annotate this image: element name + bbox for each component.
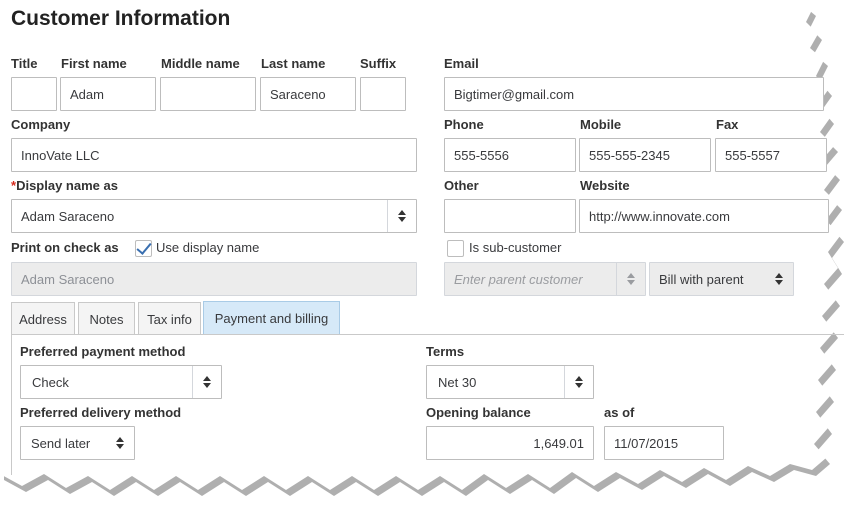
page-title: Customer Information — [11, 7, 231, 30]
mobile-input[interactable]: 555-555-2345 — [579, 138, 711, 172]
last-name-label: Last name — [261, 56, 326, 71]
select-arrows-icon — [387, 200, 416, 232]
sub-customer-label: Is sub-customer — [469, 240, 562, 255]
suffix-label: Suffix — [360, 56, 397, 71]
email-label: Email — [444, 56, 479, 71]
payment-method-value: Check — [32, 374, 69, 390]
title-label: Title — [11, 56, 38, 71]
payment-method-select[interactable]: Check — [20, 365, 222, 399]
tab-notes[interactable]: Notes — [78, 302, 135, 335]
as-of-label: as of — [604, 405, 635, 420]
terms-select[interactable]: Net 30 — [426, 365, 594, 399]
tab-tax-info[interactable]: Tax info — [138, 302, 201, 335]
select-arrows-icon — [106, 427, 134, 459]
phone-label: Phone — [444, 117, 484, 132]
sub-customer-checkbox[interactable] — [447, 240, 464, 257]
last-name-input[interactable]: Saraceno — [260, 77, 356, 111]
select-arrows-icon — [616, 263, 645, 295]
display-name-select[interactable]: Adam Saraceno — [11, 199, 417, 233]
middle-name-label: Middle name — [161, 56, 240, 71]
use-display-name-label: Use display name — [156, 240, 260, 255]
select-arrows-icon — [564, 366, 593, 398]
other-input[interactable] — [444, 199, 576, 233]
select-arrows-icon — [192, 366, 221, 398]
display-name-label: Display name as — [16, 178, 118, 193]
print-on-check-label: Print on check as — [11, 240, 119, 255]
terms-value: Net 30 — [438, 374, 477, 390]
company-label: Company — [11, 117, 71, 132]
suffix-input[interactable] — [360, 77, 406, 111]
title-input[interactable] — [11, 77, 57, 111]
bill-with-parent-select: Bill with parent — [649, 262, 794, 296]
customer-information-panel: Customer Information Title First name Mi… — [0, 0, 844, 505]
as-of-date-input[interactable]: 11/07/2015 — [604, 426, 724, 460]
parent-customer-select: Enter parent customer — [444, 262, 646, 296]
terms-label: Terms — [426, 344, 465, 359]
mobile-label: Mobile — [580, 117, 622, 132]
fax-label: Fax — [716, 117, 739, 132]
fax-input[interactable]: 555-5557 — [715, 138, 827, 172]
parent-customer-placeholder: Enter parent customer — [454, 271, 583, 287]
bill-with-parent-value: Bill with parent — [659, 271, 744, 287]
company-input[interactable]: InnoVate LLC — [11, 138, 417, 172]
phone-input[interactable]: 555-5556 — [444, 138, 576, 172]
delivery-method-value: Send later — [31, 435, 91, 451]
select-arrows-icon — [765, 263, 793, 295]
delivery-method-label: Preferred delivery method — [20, 405, 182, 420]
opening-balance-label: Opening balance — [426, 405, 531, 420]
first-name-label: First name — [61, 56, 127, 71]
tab-address[interactable]: Address — [11, 302, 75, 335]
website-label: Website — [580, 178, 630, 193]
middle-name-input[interactable] — [160, 77, 256, 111]
display-name-label-group: *Display name as — [11, 178, 118, 193]
print-on-check-input: Adam Saraceno — [11, 262, 417, 296]
checkmark-icon — [136, 239, 152, 255]
payment-method-label: Preferred payment method — [20, 344, 186, 359]
website-input[interactable]: http://www.innovate.com — [579, 199, 829, 233]
delivery-method-select[interactable]: Send later — [20, 426, 135, 460]
display-name-value: Adam Saraceno — [21, 208, 115, 224]
opening-balance-input[interactable]: 1,649.01 — [426, 426, 594, 460]
other-label: Other — [444, 178, 479, 193]
first-name-input[interactable]: Adam — [60, 77, 156, 111]
tab-payment-and-billing[interactable]: Payment and billing — [203, 301, 340, 335]
use-display-name-checkbox[interactable] — [135, 239, 152, 257]
email-input[interactable]: Bigtimer@gmail.com — [444, 77, 824, 111]
